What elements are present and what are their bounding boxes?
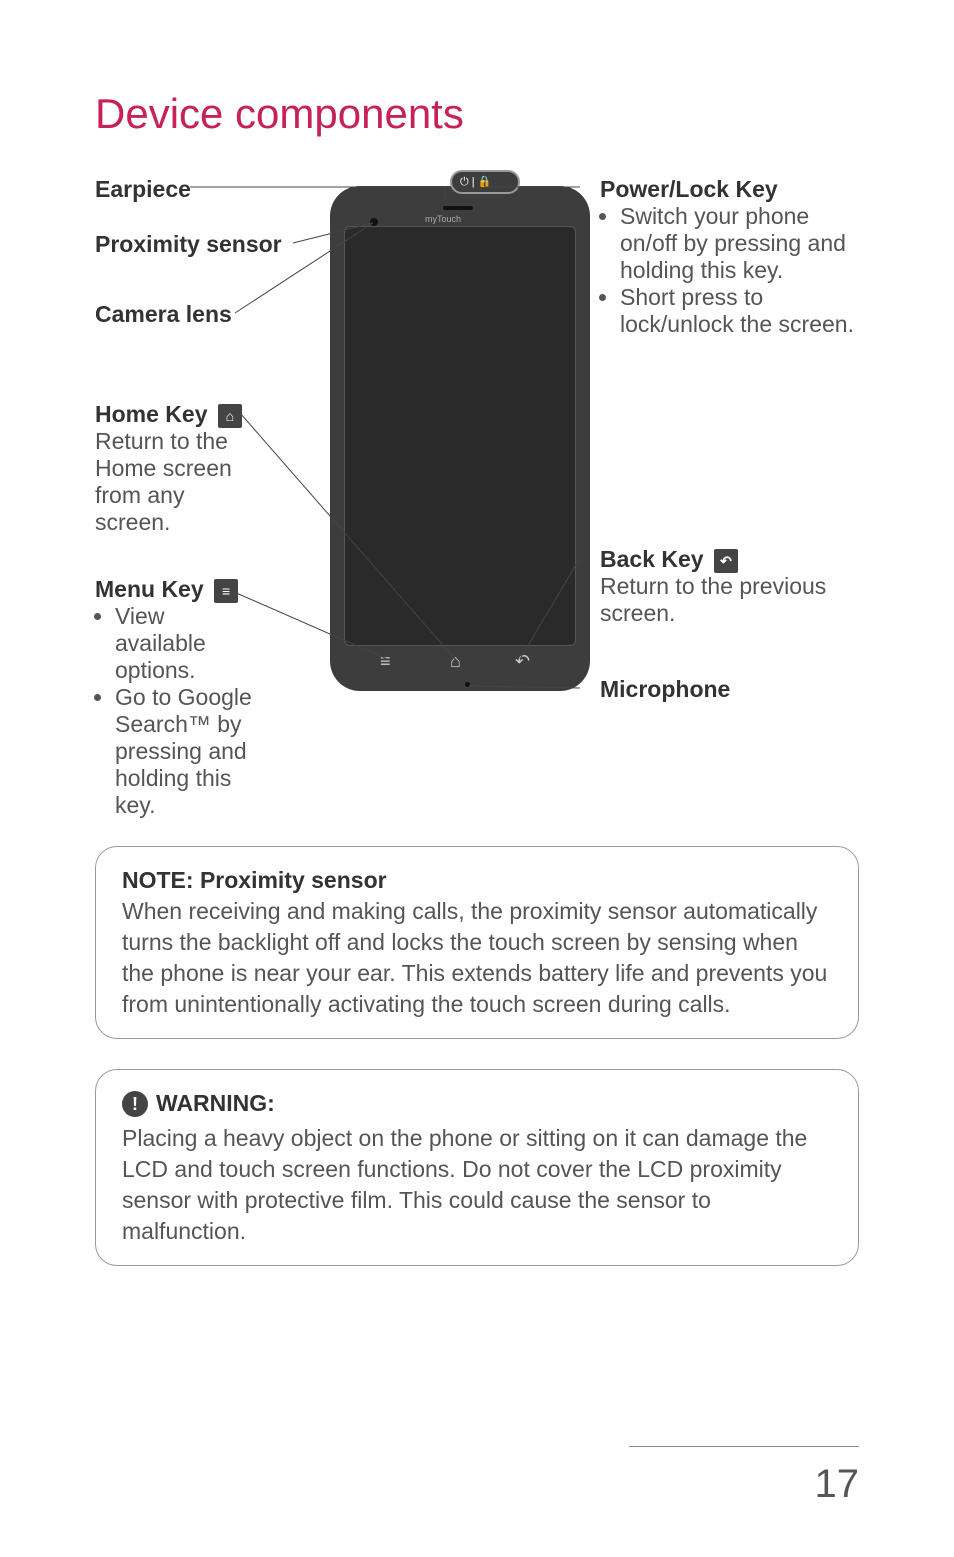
device-diagram: ⏻ | 🔒 myTouch ≡ ⌂ ↶ Earpiece Proximity s… [95, 176, 859, 816]
warning-icon: ! [122, 1091, 148, 1117]
page-title: Device components [95, 90, 859, 138]
note-body: When receiving and making calls, the pro… [122, 898, 827, 1017]
page-number: 17 [815, 1462, 860, 1507]
menu-key-icon: ≡ [214, 579, 238, 603]
warning-title: WARNING: [156, 1088, 275, 1119]
phone-screen [344, 226, 576, 646]
power-key-label: Power/Lock Key Switch your phone on/off … [600, 176, 855, 338]
footer-rule [629, 1446, 859, 1447]
back-key-label: Back Key ↶ Return to the previous screen… [600, 546, 855, 627]
proximity-label: Proximity sensor [95, 231, 305, 258]
back-icon: ↶ [515, 651, 530, 672]
back-key-icon: ↶ [714, 549, 738, 573]
phone-brand: myTouch [425, 214, 461, 224]
microphone-label: Microphone [600, 676, 855, 703]
note-box: NOTE: Proximity sensor When receiving an… [95, 846, 859, 1039]
home-key-label: Home Key ⌂ Return to the Home screen fro… [95, 401, 260, 536]
earpiece-label: Earpiece [95, 176, 305, 203]
camera-lens-dot [370, 218, 378, 226]
menu-icon: ≡ [380, 651, 391, 672]
warning-box: ! WARNING: Placing a heavy object on the… [95, 1069, 859, 1266]
warning-body: Placing a heavy object on the phone or s… [122, 1125, 807, 1244]
home-key-icon: ⌂ [218, 404, 242, 428]
power-key-nub: ⏻ | 🔒 [450, 170, 520, 194]
menu-key-label: Menu Key ≡ View available options. Go to… [95, 576, 260, 819]
home-icon: ⌂ [450, 651, 461, 672]
microphone-dot [465, 682, 470, 687]
earpiece-slot [443, 206, 473, 210]
camera-label: Camera lens [95, 301, 305, 328]
note-title: NOTE: Proximity sensor [122, 867, 387, 893]
